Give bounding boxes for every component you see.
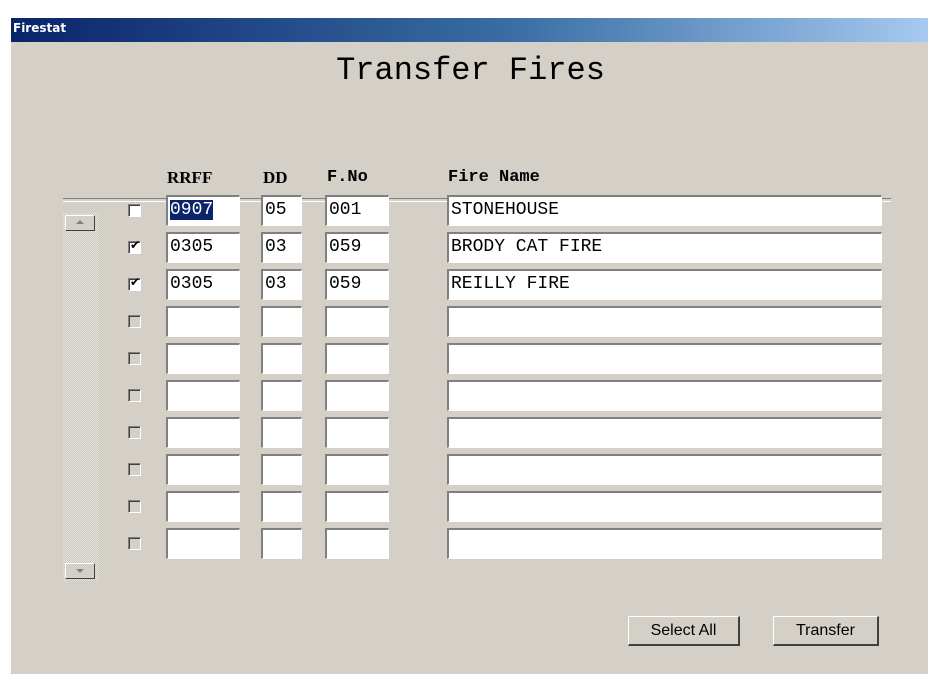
fire-name-field-value: BRODY CAT FIRE <box>451 237 603 257</box>
transfer-button[interactable]: Transfer <box>773 616 879 646</box>
fire-name-field[interactable] <box>447 454 882 485</box>
window-title: Firestat <box>13 21 67 35</box>
rrff-field[interactable] <box>166 306 240 337</box>
rrff-field[interactable] <box>166 343 240 374</box>
column-header-fire-number: F.No <box>327 168 368 187</box>
fire-number-field[interactable]: 001 <box>325 195 389 226</box>
fire-name-field[interactable]: REILLY FIRE <box>447 269 882 300</box>
fire-name-field[interactable] <box>447 306 882 337</box>
column-header-dd: DD <box>263 168 288 187</box>
fire-number-field-value: 059 <box>329 237 362 257</box>
column-header-fire-name: Fire Name <box>448 168 540 187</box>
dd-field[interactable] <box>261 454 302 485</box>
firestat-window: Firestat Transfer Fires RRFF DD F.No Fir… <box>9 18 928 674</box>
row-checkbox[interactable]: ✔ <box>128 238 141 254</box>
fire-name-field-value: REILLY FIRE <box>451 274 570 294</box>
select-all-button[interactable]: Select All <box>628 616 740 646</box>
rrff-field[interactable]: 0907 <box>166 195 240 226</box>
fire-number-field[interactable] <box>325 454 389 485</box>
row-checkbox[interactable] <box>128 352 141 365</box>
rrff-field[interactable] <box>166 528 240 559</box>
page-title: Transfer Fires <box>336 52 605 89</box>
fire-number-field[interactable] <box>325 343 389 374</box>
rrff-field-value: 0907 <box>170 200 214 220</box>
dd-field[interactable] <box>261 306 302 337</box>
rrff-field-value: 0305 <box>170 274 214 294</box>
fire-number-field[interactable] <box>325 306 389 337</box>
fire-number-field[interactable] <box>325 528 389 559</box>
fire-name-field[interactable] <box>447 528 882 559</box>
dd-field[interactable]: 03 <box>261 232 302 263</box>
rrff-field[interactable]: 0305 <box>166 232 240 263</box>
dd-field[interactable] <box>261 417 302 448</box>
fire-name-field[interactable] <box>447 343 882 374</box>
rrff-field[interactable] <box>166 417 240 448</box>
dd-field[interactable] <box>261 528 302 559</box>
column-header-rrff: RRFF <box>167 168 213 187</box>
rrff-field[interactable] <box>166 380 240 411</box>
fire-name-field[interactable] <box>447 380 882 411</box>
dd-field[interactable] <box>261 491 302 522</box>
dd-field-value: 05 <box>265 200 287 220</box>
rrff-field[interactable] <box>166 491 240 522</box>
fire-number-field[interactable]: 059 <box>325 269 389 300</box>
fire-number-field[interactable]: 059 <box>325 232 389 263</box>
fire-number-field[interactable] <box>325 491 389 522</box>
title-bar[interactable]: Firestat <box>11 18 928 42</box>
row-checkbox[interactable] <box>128 426 141 439</box>
vertical-scrollbar[interactable] <box>63 213 99 581</box>
scroll-up-arrow-icon[interactable] <box>65 215 95 231</box>
dd-field[interactable] <box>261 380 302 411</box>
row-checkbox[interactable] <box>128 463 141 476</box>
row-checkbox[interactable] <box>128 500 141 513</box>
fire-number-field-value: 059 <box>329 274 362 294</box>
rrff-field-value: 0305 <box>170 237 214 257</box>
dd-field[interactable] <box>261 343 302 374</box>
row-checkbox[interactable] <box>128 315 141 328</box>
checkmark-icon: ✔ <box>130 275 141 289</box>
checkmark-icon: ✔ <box>130 238 141 252</box>
dd-field[interactable]: 03 <box>261 269 302 300</box>
rrff-field[interactable] <box>166 454 240 485</box>
row-checkbox[interactable] <box>128 389 141 402</box>
row-checkbox[interactable] <box>128 537 141 550</box>
scroll-down-arrow-icon[interactable] <box>65 563 95 579</box>
row-checkbox[interactable]: ✔ <box>128 275 141 291</box>
dd-field[interactable]: 05 <box>261 195 302 226</box>
row-checkbox[interactable] <box>128 204 141 217</box>
fire-number-field[interactable] <box>325 417 389 448</box>
dd-field-value: 03 <box>265 237 287 257</box>
fire-name-field[interactable]: STONEHOUSE <box>447 195 882 226</box>
dd-field-value: 03 <box>265 274 287 294</box>
fire-name-field[interactable]: BRODY CAT FIRE <box>447 232 882 263</box>
fire-number-field[interactable] <box>325 380 389 411</box>
fire-name-field-value: STONEHOUSE <box>451 200 560 220</box>
fire-name-field[interactable] <box>447 491 882 522</box>
fire-number-field-value: 001 <box>329 200 362 220</box>
rrff-field[interactable]: 0305 <box>166 269 240 300</box>
fire-name-field[interactable] <box>447 417 882 448</box>
